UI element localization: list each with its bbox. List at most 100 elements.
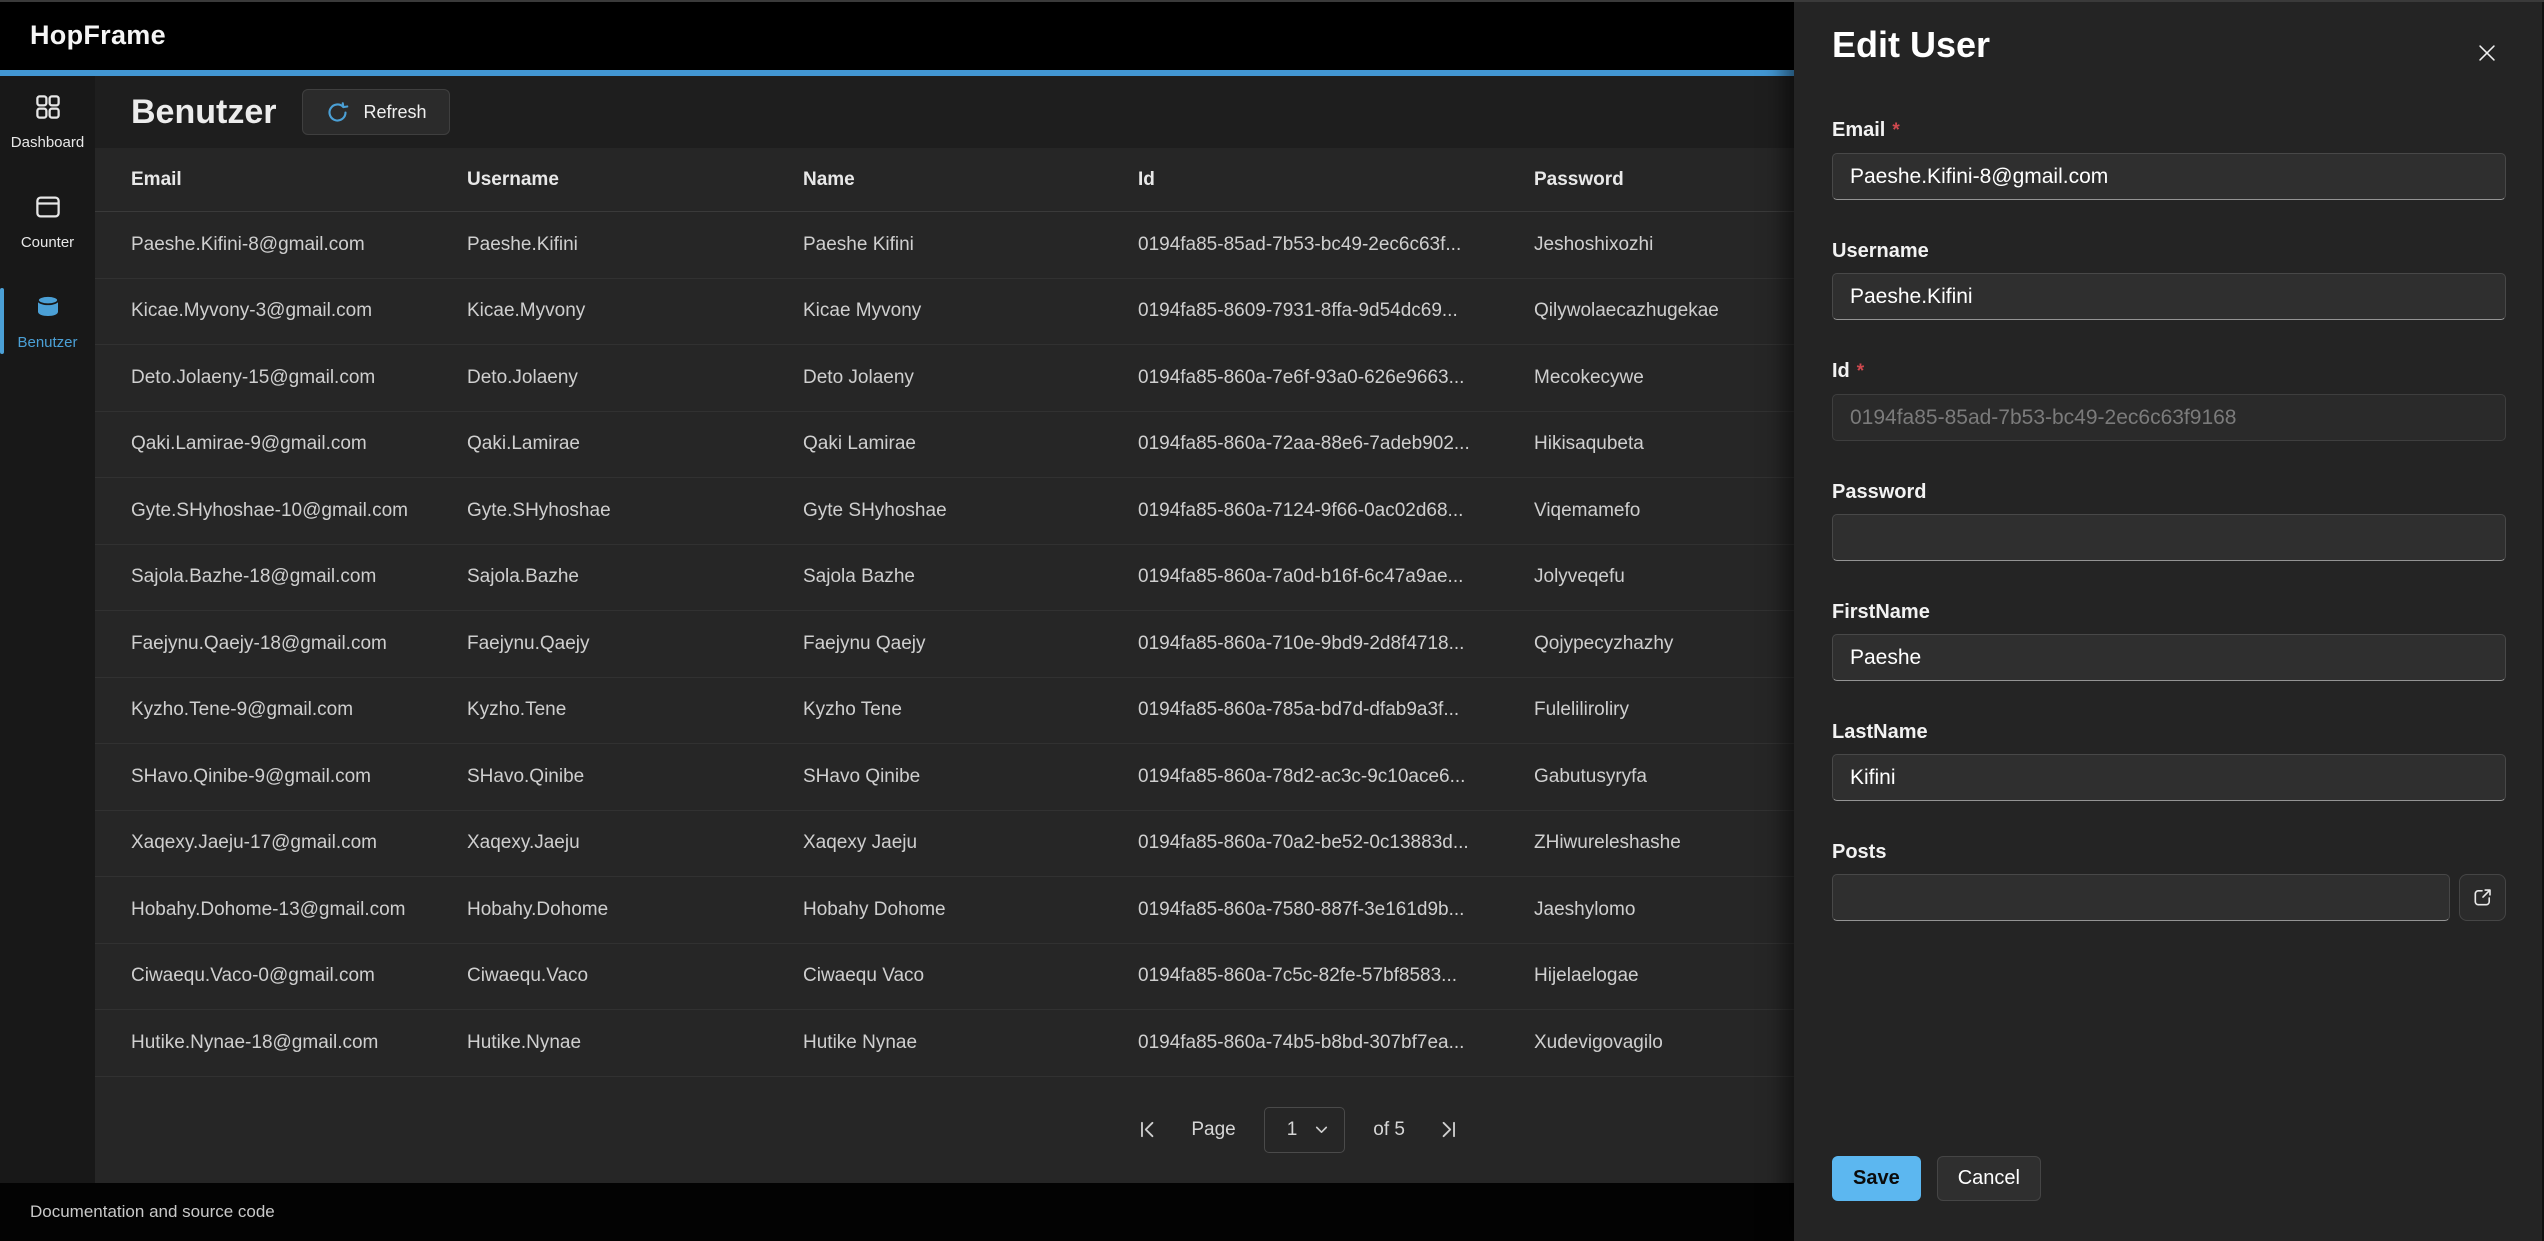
sidebar-item-counter[interactable]: Counter bbox=[0, 184, 95, 258]
cell-username: Kyzho.Tene bbox=[467, 699, 803, 721]
table-row[interactable]: Kicae.Myvony-3@gmail.com Kicae.Myvony Ki… bbox=[95, 279, 1794, 346]
panel-title: Edit User bbox=[1832, 24, 1990, 66]
cell-id: 0194fa85-860a-710e-9bd9-2d8f4718... bbox=[1138, 633, 1534, 655]
sidebar-item-benutzer[interactable]: Benutzer bbox=[0, 284, 95, 358]
edit-user-panel: Edit User Email * Username bbox=[1794, 0, 2544, 1241]
cell-password: Jolyveqefu bbox=[1534, 566, 1794, 588]
email-field[interactable] bbox=[1832, 153, 2506, 200]
cancel-button[interactable]: Cancel bbox=[1937, 1156, 2041, 1201]
cell-username: Deto.Jolaeny bbox=[467, 367, 803, 389]
edit-user-form: Email * Username Id * Pa bbox=[1832, 118, 2506, 960]
sidebar-item-label: Counter bbox=[21, 235, 74, 250]
cell-username: Gyte.SHyhoshae bbox=[467, 500, 803, 522]
table-row[interactable]: Gyte.SHyhoshae-10@gmail.com Gyte.SHyhosh… bbox=[95, 478, 1794, 545]
table-row[interactable]: Deto.Jolaeny-15@gmail.com Deto.Jolaeny D… bbox=[95, 345, 1794, 412]
first-page-button[interactable] bbox=[1132, 1114, 1163, 1145]
id-field bbox=[1832, 394, 2506, 441]
grid-icon bbox=[33, 92, 63, 126]
cell-username: SHavo.Qinibe bbox=[467, 766, 803, 788]
table-row[interactable]: Hobahy.Dohome-13@gmail.com Hobahy.Dohome… bbox=[95, 877, 1794, 944]
page-select[interactable]: 1 bbox=[1264, 1107, 1346, 1153]
footer: Documentation and source code bbox=[0, 1183, 1794, 1241]
column-header-password: Password bbox=[1534, 169, 1794, 191]
page-label: Page bbox=[1191, 1119, 1235, 1141]
table-header-row: Email Username Name Id Password bbox=[95, 148, 1794, 212]
table-row[interactable]: Qaki.Lamirae-9@gmail.com Qaki.Lamirae Qa… bbox=[95, 412, 1794, 479]
cell-password: Qojypecyzhazhy bbox=[1534, 633, 1794, 655]
open-posts-button[interactable] bbox=[2459, 874, 2506, 921]
cell-name: Sajola Bazhe bbox=[803, 566, 1138, 588]
cell-id: 0194fa85-860a-7580-887f-3e161d9b... bbox=[1138, 899, 1534, 921]
cell-username: Hobahy.Dohome bbox=[467, 899, 803, 921]
table-row[interactable]: Xaqexy.Jaeju-17@gmail.com Xaqexy.Jaeju X… bbox=[95, 811, 1794, 878]
cell-name: Ciwaequ Vaco bbox=[803, 965, 1138, 987]
documentation-link[interactable]: Documentation and source code bbox=[30, 1202, 275, 1222]
app-window: HopFrame Dashboard Counter bbox=[0, 0, 2544, 1241]
cell-name: Xaqexy Jaeju bbox=[803, 832, 1138, 854]
email-field-group: Email * bbox=[1832, 118, 2506, 200]
active-indicator bbox=[0, 288, 4, 354]
last-page-icon bbox=[1437, 1118, 1460, 1141]
page-title: Benutzer bbox=[131, 93, 276, 132]
cell-id: 0194fa85-8609-7931-8ffa-9d54dc69... bbox=[1138, 300, 1534, 322]
cell-id: 0194fa85-860a-785a-bd7d-dfab9a3f... bbox=[1138, 699, 1534, 721]
table-row[interactable]: Sajola.Bazhe-18@gmail.com Sajola.Bazhe S… bbox=[95, 545, 1794, 612]
table-row[interactable]: Faejynu.Qaejy-18@gmail.com Faejynu.Qaejy… bbox=[95, 611, 1794, 678]
first-page-icon bbox=[1136, 1118, 1159, 1141]
cell-email: Xaqexy.Jaeju-17@gmail.com bbox=[131, 832, 467, 854]
cell-email: Hutike.Nynae-18@gmail.com bbox=[131, 1032, 467, 1054]
cell-name: Gyte SHyhoshae bbox=[803, 500, 1138, 522]
table-row[interactable]: Ciwaequ.Vaco-0@gmail.com Ciwaequ.Vaco Ci… bbox=[95, 944, 1794, 1011]
top-bar: HopFrame bbox=[0, 0, 1794, 70]
cell-name: Paeshe Kifini bbox=[803, 234, 1138, 256]
cell-name: SHavo Qinibe bbox=[803, 766, 1138, 788]
last-page-button[interactable] bbox=[1433, 1114, 1464, 1145]
refresh-button[interactable]: Refresh bbox=[302, 89, 449, 135]
cell-id: 0194fa85-85ad-7b53-bc49-2ec6c63f... bbox=[1138, 234, 1534, 256]
cell-email: Kicae.Myvony-3@gmail.com bbox=[131, 300, 467, 322]
current-page: 1 bbox=[1287, 1119, 1298, 1141]
firstname-field[interactable] bbox=[1832, 634, 2506, 681]
username-field[interactable] bbox=[1832, 273, 2506, 320]
cell-name: Hobahy Dohome bbox=[803, 899, 1138, 921]
refresh-label: Refresh bbox=[363, 102, 426, 123]
table-row[interactable]: Hutike.Nynae-18@gmail.com Hutike.Nynae H… bbox=[95, 1010, 1794, 1077]
table-row[interactable]: Paeshe.Kifini-8@gmail.com Paeshe.Kifini … bbox=[95, 212, 1794, 279]
cell-email: Qaki.Lamirae-9@gmail.com bbox=[131, 433, 467, 455]
table-row[interactable]: SHavo.Qinibe-9@gmail.com SHavo.Qinibe SH… bbox=[95, 744, 1794, 811]
posts-field[interactable] bbox=[1832, 874, 2450, 921]
lastname-field-group: LastName bbox=[1832, 720, 2506, 801]
cell-id: 0194fa85-860a-70a2-be52-0c13883d... bbox=[1138, 832, 1534, 854]
cell-password: Viqemamefo bbox=[1534, 500, 1794, 522]
password-field[interactable] bbox=[1832, 514, 2506, 561]
id-field-group: Id * bbox=[1832, 359, 2506, 441]
table-row[interactable]: Kyzho.Tene-9@gmail.com Kyzho.Tene Kyzho … bbox=[95, 678, 1794, 745]
close-icon bbox=[2472, 38, 2502, 68]
cell-username: Ciwaequ.Vaco bbox=[467, 965, 803, 987]
cell-id: 0194fa85-860a-7124-9f66-0ac02d68... bbox=[1138, 500, 1534, 522]
id-label: Id bbox=[1832, 359, 1850, 383]
cell-name: Kicae Myvony bbox=[803, 300, 1138, 322]
cell-id: 0194fa85-860a-78d2-ac3c-9c10ace6... bbox=[1138, 766, 1534, 788]
cell-email: Sajola.Bazhe-18@gmail.com bbox=[131, 566, 467, 588]
cell-username: Paeshe.Kifini bbox=[467, 234, 803, 256]
cell-password: Fuleliliroliry bbox=[1534, 699, 1794, 721]
chevron-down-icon bbox=[1313, 1121, 1330, 1138]
cell-email: Faejynu.Qaejy-18@gmail.com bbox=[131, 633, 467, 655]
database-icon bbox=[33, 292, 63, 326]
password-label: Password bbox=[1832, 480, 1926, 504]
users-table: Email Username Name Id Password Paeshe.K… bbox=[95, 148, 1794, 1183]
close-button[interactable] bbox=[2466, 32, 2508, 74]
cell-username: Qaki.Lamirae bbox=[467, 433, 803, 455]
cell-id: 0194fa85-860a-74b5-b8bd-307bf7ea... bbox=[1138, 1032, 1534, 1054]
save-button[interactable]: Save bbox=[1832, 1156, 1921, 1201]
refresh-icon bbox=[325, 100, 350, 125]
lastname-field[interactable] bbox=[1832, 754, 2506, 801]
cell-password: ZHiwureleshashe bbox=[1534, 832, 1794, 854]
cell-password: Xudevigovagilo bbox=[1534, 1032, 1794, 1054]
cell-email: Kyzho.Tene-9@gmail.com bbox=[131, 699, 467, 721]
cell-id: 0194fa85-860a-7c5c-82fe-57bf8583... bbox=[1138, 965, 1534, 987]
sidebar-item-dashboard[interactable]: Dashboard bbox=[0, 84, 95, 158]
cell-email: Deto.Jolaeny-15@gmail.com bbox=[131, 367, 467, 389]
cell-password: Qilywolaecazhugekae bbox=[1534, 300, 1794, 322]
